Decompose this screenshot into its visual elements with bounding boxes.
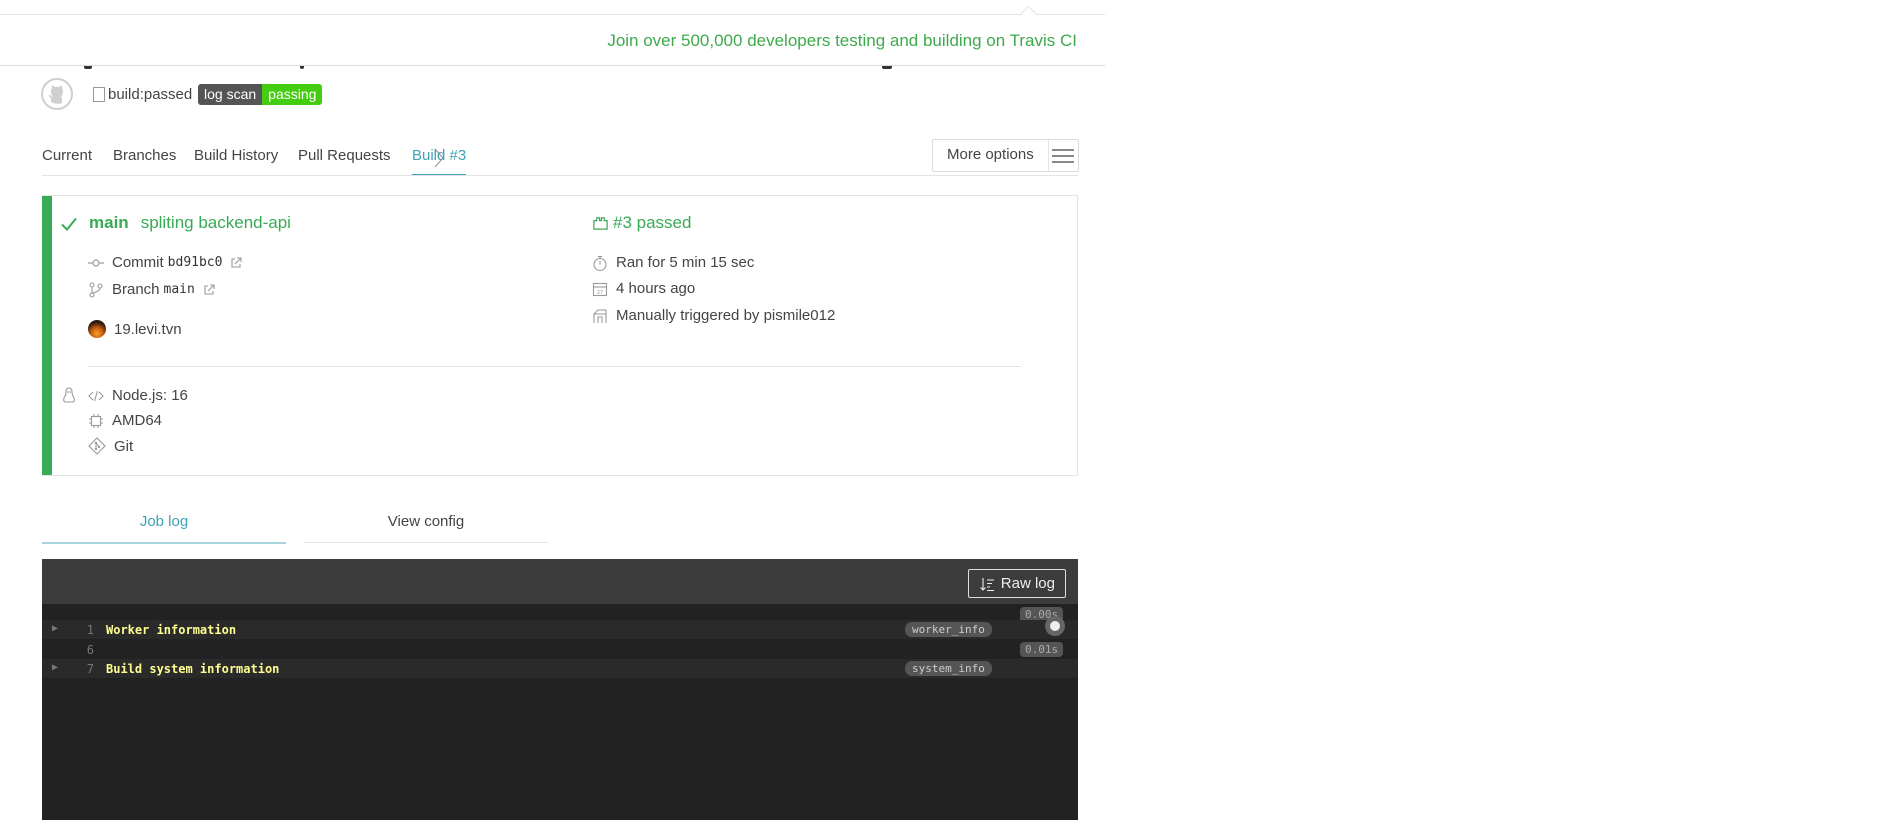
git-row: Git xyxy=(88,437,133,455)
log-line-text: Worker information xyxy=(106,623,237,637)
code-icon xyxy=(88,390,104,401)
log-scan-badge[interactable]: log scan passing xyxy=(198,84,323,105)
api-trigger-icon xyxy=(593,308,607,323)
avatar xyxy=(88,320,106,338)
card-divider xyxy=(88,366,1021,367)
scroll-to-end-button[interactable] xyxy=(1045,616,1065,636)
build-status-image-alt: build:passed xyxy=(108,86,193,103)
broken-image-icon xyxy=(93,87,105,102)
promo-text[interactable]: Join over 500,000 developers testing and… xyxy=(607,31,1077,51)
build-status[interactable]: #3 passed xyxy=(592,213,691,233)
git-text: Git xyxy=(114,437,134,455)
raw-log-button[interactable]: Raw log xyxy=(967,569,1066,598)
log-toolbar: Raw log xyxy=(42,559,1078,604)
commit-message: spliting backend-api xyxy=(140,213,291,232)
tab-build-3[interactable]: Build #3 xyxy=(412,147,467,176)
line-number[interactable]: 6 xyxy=(72,643,94,657)
tab-pull-requests[interactable]: Pull Requests xyxy=(298,147,391,164)
status-bar xyxy=(42,196,52,475)
line-number[interactable]: 1 xyxy=(72,623,94,637)
build-summary-card xyxy=(42,195,1078,476)
language-row: Node.js: 16 xyxy=(88,387,188,404)
tab-build-history[interactable]: Build History xyxy=(194,147,278,164)
clipped-repo-title xyxy=(42,66,1042,70)
fold-label: system_info xyxy=(905,661,992,676)
author-row: 19.levi.tvn xyxy=(88,320,182,338)
trigger-text: Manually triggered by pismile012 xyxy=(616,307,836,324)
arch-text: AMD64 xyxy=(112,412,163,429)
author-name: 19.levi.tvn xyxy=(114,320,182,338)
hamburger-icon xyxy=(1049,140,1078,171)
duration-text: Ran for 5 min 15 sec xyxy=(616,254,755,271)
build-status-label: #3 passed xyxy=(613,213,692,232)
line-number[interactable]: 7 xyxy=(72,662,94,676)
commit-icon xyxy=(88,258,104,267)
arch-row: AMD64 xyxy=(88,412,162,429)
build-nav: Current Branches Build History Pull Requ… xyxy=(42,147,1078,176)
sort-list-icon xyxy=(979,577,994,591)
finished-row: 27 4 hours ago xyxy=(592,280,695,297)
nav-divider xyxy=(42,175,1078,176)
log-duration: 0.01s xyxy=(1020,642,1064,657)
commit-row: Commit bd91bc0 xyxy=(88,254,243,271)
branch-label: Branch xyxy=(112,281,160,298)
log-line-text: Build system information xyxy=(106,662,280,676)
log-line[interactable]: ▶ 1 Worker information worker_info xyxy=(42,620,1078,639)
branch-name-link[interactable]: main xyxy=(164,282,195,297)
duration-row: Ran for 5 min 15 sec xyxy=(592,254,754,271)
branch-link[interactable]: main xyxy=(89,213,129,233)
fold-label: worker_info xyxy=(905,622,992,637)
build-icon xyxy=(593,216,608,230)
fold-arrow-icon[interactable]: ▶ xyxy=(52,623,58,634)
badge-label: log scan xyxy=(198,84,263,105)
log-line[interactable]: 6 0.01s xyxy=(42,640,1078,659)
build-heading: main spliting backend-api xyxy=(89,213,291,233)
tab-view-config[interactable]: View config xyxy=(304,513,548,543)
tab-current[interactable]: Current xyxy=(42,147,92,164)
stopwatch-icon xyxy=(593,255,607,271)
cpu-icon xyxy=(89,413,103,428)
calendar-icon: 27 xyxy=(592,282,608,296)
badge-status: passing xyxy=(262,84,323,105)
linux-icon xyxy=(63,387,75,403)
tab-branches[interactable]: Branches xyxy=(113,147,176,164)
more-options-label: More options xyxy=(933,140,1049,171)
job-log: 0.00s ▶ 1 Worker information worker_info… xyxy=(42,604,1078,820)
check-icon xyxy=(61,217,77,231)
commit-label: Commit xyxy=(112,254,164,271)
svg-text:27: 27 xyxy=(597,290,603,296)
tab-job-log[interactable]: Job log xyxy=(42,513,286,544)
trigger-row: Manually triggered by pismile012 xyxy=(592,307,835,324)
commit-sha-link[interactable]: bd91bc0 xyxy=(168,255,223,270)
raw-log-label: Raw log xyxy=(1000,575,1055,592)
github-icon[interactable] xyxy=(41,78,73,110)
promo-banner[interactable]: Join over 500,000 developers testing and… xyxy=(0,15,1105,66)
fold-arrow-icon[interactable]: ▶ xyxy=(52,662,58,673)
external-link-icon[interactable] xyxy=(230,256,243,269)
language-text: Node.js: 16 xyxy=(112,387,188,404)
external-link-icon[interactable] xyxy=(203,283,215,296)
build-status-image: build:passed xyxy=(93,86,192,103)
branch-row: Branch main xyxy=(88,281,215,298)
finished-text: 4 hours ago xyxy=(616,280,696,297)
more-options-button[interactable]: More options xyxy=(932,139,1079,172)
branch-icon xyxy=(89,281,103,298)
log-line[interactable]: ▶ 7 Build system information system_info xyxy=(42,659,1078,678)
git-icon xyxy=(88,437,106,455)
